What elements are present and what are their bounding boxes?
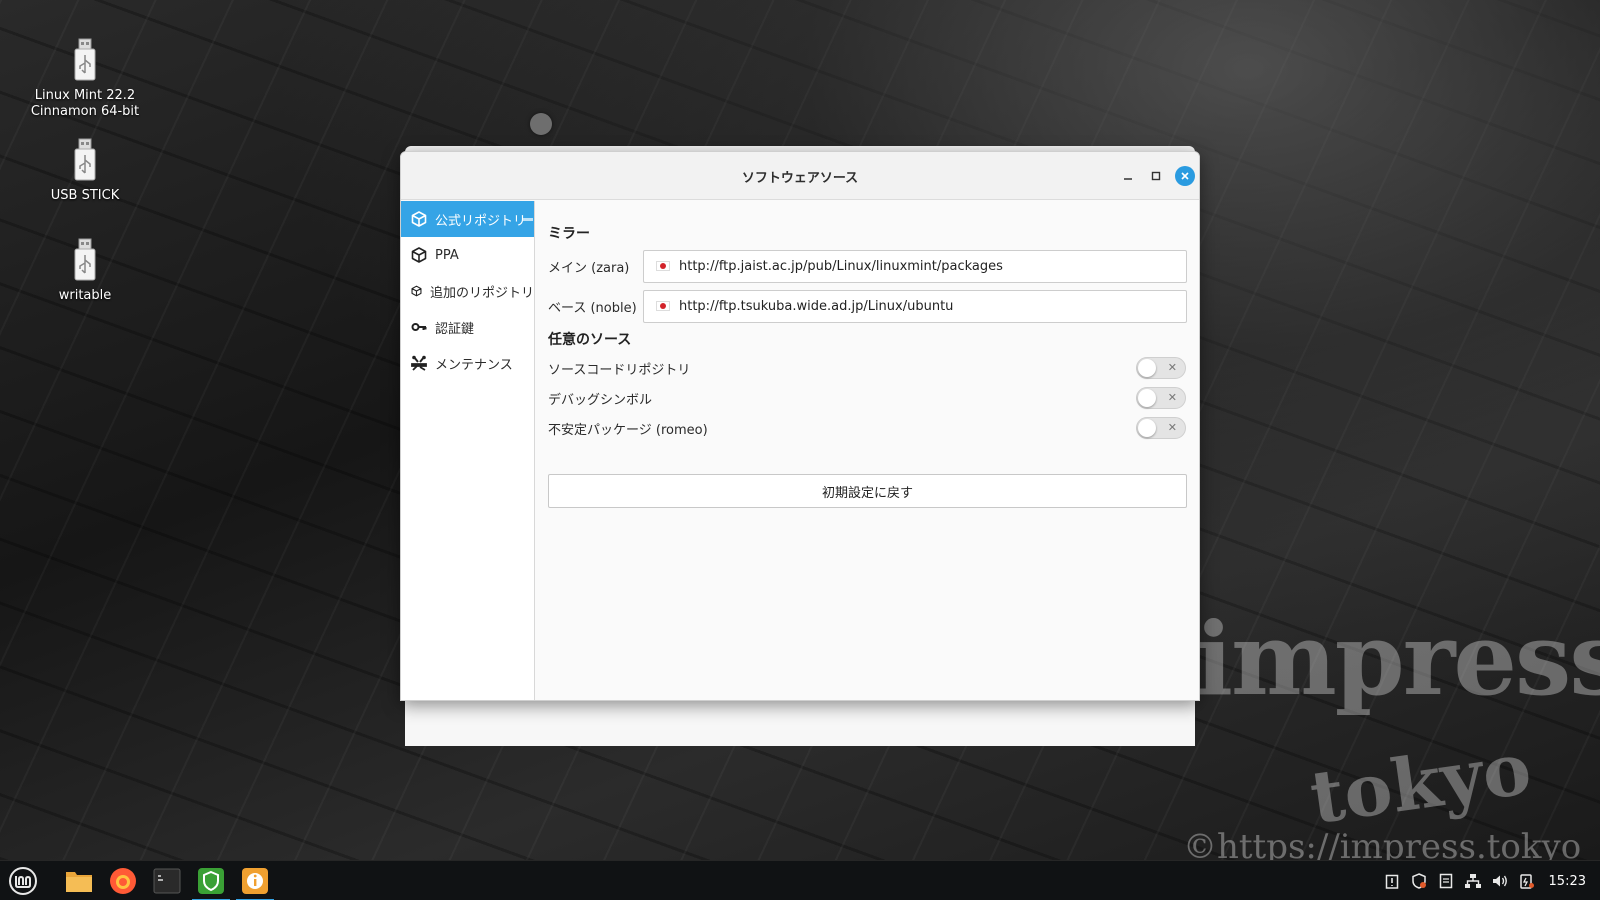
desktop-icon-label: Cinnamon 64-bit <box>30 104 140 119</box>
tray-network-button[interactable] <box>1460 861 1487 900</box>
toggle-off-icon: ✕ <box>1167 421 1177 434</box>
optional-source-row: 不安定パッケージ (romeo) ✕ <box>548 413 1187 443</box>
tray-update-button[interactable] <box>1406 861 1433 900</box>
main-content: ミラー メイン (zara) http://ftp.jaist.ac.jp/pu… <box>548 201 1187 700</box>
sidebar-item-maintenance[interactable]: メンテナンス <box>401 345 534 381</box>
optional-sources-heading: 任意のソース <box>548 332 632 348</box>
key-icon <box>411 323 427 331</box>
sidebar-item-label: PPA <box>435 247 459 263</box>
watermark-text: ©https://impress.tokyo <box>1183 827 1582 860</box>
sidebar-item-official-repositories[interactable]: 公式リポジトリ <box>401 201 534 237</box>
optional-source-row: ソースコードリポジトリ ✕ <box>548 353 1187 383</box>
package-icon <box>411 247 427 263</box>
maximize-button[interactable] <box>1146 166 1166 186</box>
sidebar-item-label: 公式リポジトリ <box>435 213 527 229</box>
tray-volume-button[interactable] <box>1487 861 1514 900</box>
window-titlebar[interactable]: ソフトウェアソース <box>401 152 1199 200</box>
tray-power-button[interactable] <box>1514 861 1541 900</box>
optional-source-row: デバッグシンボル ✕ <box>548 383 1187 413</box>
usb-drive-icon <box>74 138 96 181</box>
taskbar-terminal-button[interactable] <box>148 863 186 899</box>
note-icon <box>1439 873 1453 889</box>
tray-notes-button[interactable] <box>1433 861 1460 900</box>
battery-icon <box>1520 874 1535 889</box>
sidebar-item-label: 追加のリポジトリ <box>429 285 534 301</box>
desktop-icon-writable[interactable]: writable <box>20 238 150 304</box>
source-code-toggle[interactable]: ✕ <box>1136 357 1186 379</box>
system-tray: 15:23 <box>1379 861 1600 900</box>
desktop-icon-usb-stick[interactable]: USB STICK <box>20 138 150 204</box>
clipboard-icon <box>1385 874 1399 889</box>
package-icon <box>411 211 427 227</box>
taskbar-files-button[interactable] <box>60 863 98 899</box>
desktop-icon-linux-mint[interactable]: Linux Mint 22.2 Cinnamon 64-bit <box>20 38 150 120</box>
sidebar-item-label: 認証鍵 <box>435 321 475 337</box>
option-label: 不安定パッケージ (romeo) <box>548 422 708 438</box>
toggle-knob <box>1138 389 1156 407</box>
close-button[interactable] <box>1175 166 1195 186</box>
taskbar-firefox-button[interactable] <box>104 863 142 899</box>
unstable-packages-toggle[interactable]: ✕ <box>1136 417 1186 439</box>
sidebar-item-additional-repositories[interactable]: 追加のリポジトリ <box>401 273 534 309</box>
option-label: デバッグシンボル <box>548 392 653 408</box>
restore-defaults-button[interactable]: 初期設定に戻す <box>548 474 1187 508</box>
mint-menu-button[interactable] <box>4 863 42 899</box>
mirror-base-button[interactable]: http://ftp.tsukuba.wide.ad.jp/Linux/ubun… <box>643 289 1187 323</box>
taskbar-software-sources-button[interactable] <box>236 863 274 900</box>
taskbar: 15:23 <box>0 860 1600 900</box>
tools-icon <box>411 355 427 371</box>
mouse-cursor <box>530 113 552 135</box>
usb-drive-icon <box>74 38 96 81</box>
info-icon <box>242 868 268 894</box>
minimize-button[interactable] <box>1118 166 1138 186</box>
sidebar-item-ppa[interactable]: PPA <box>401 237 534 273</box>
mirror-main-row: メイン (zara) http://ftp.jaist.ac.jp/pub/Li… <box>548 249 1187 283</box>
taskbar-clock[interactable]: 15:23 <box>1549 874 1586 889</box>
volume-icon <box>1493 875 1507 887</box>
desktop-icon-label: USB STICK <box>50 188 120 203</box>
terminal-icon <box>153 868 181 894</box>
shield-alert-icon <box>1412 873 1427 889</box>
shield-icon <box>198 868 224 894</box>
watermark-text: tokyo <box>1305 725 1536 840</box>
sidebar-item-label: メンテナンス <box>435 357 513 373</box>
japan-flag-icon <box>656 261 670 271</box>
toggle-knob <box>1138 359 1156 377</box>
tray-clipboard-button[interactable] <box>1379 861 1406 900</box>
mirror-main-url: http://ftp.jaist.ac.jp/pub/Linux/linuxmi… <box>679 258 1003 274</box>
folder-icon <box>66 872 92 892</box>
mirror-main-button[interactable]: http://ftp.jaist.ac.jp/pub/Linux/linuxmi… <box>643 249 1187 283</box>
network-icon <box>1465 874 1482 888</box>
mirror-base-row: ベース (noble) http://ftp.tsukuba.wide.ad.j… <box>548 289 1187 323</box>
maximize-icon <box>1151 171 1161 181</box>
watermark-text: impress <box>1195 600 1600 718</box>
close-icon <box>1181 172 1189 180</box>
option-label: ソースコードリポジトリ <box>548 362 691 378</box>
desktop-icon-label: Linux Mint 22.2 <box>34 88 136 103</box>
mirror-base-label: ベース (noble) <box>548 300 637 316</box>
mirrors-heading: ミラー <box>548 226 590 242</box>
debug-symbols-toggle[interactable]: ✕ <box>1136 387 1186 409</box>
sidebar: 公式リポジトリ PPA 追加のリポジトリ 認証鍵 メンテナンス <box>401 201 535 700</box>
toggle-knob <box>1138 419 1156 437</box>
sidebar-item-authentication-keys[interactable]: 認証鍵 <box>401 309 534 345</box>
package-icon <box>411 285 422 297</box>
mint-menu-icon <box>9 867 37 895</box>
mirror-main-label: メイン (zara) <box>548 260 630 276</box>
mirror-base-url: http://ftp.tsukuba.wide.ad.jp/Linux/ubun… <box>679 298 954 314</box>
firefox-icon <box>110 868 136 894</box>
japan-flag-icon <box>656 301 670 311</box>
usb-drive-icon <box>74 238 96 281</box>
minimize-icon <box>1124 178 1132 180</box>
toggle-off-icon: ✕ <box>1167 361 1177 374</box>
taskbar-update-manager-button[interactable] <box>192 863 230 900</box>
window-title: ソフトウェアソース <box>741 171 859 186</box>
toggle-off-icon: ✕ <box>1167 391 1177 404</box>
desktop-icon-label: writable <box>58 288 112 303</box>
software-sources-window: ソフトウェアソース 公式リポジトリ PPA 追加のリポジトリ 認証鍵 メンテナン… <box>400 151 1200 701</box>
